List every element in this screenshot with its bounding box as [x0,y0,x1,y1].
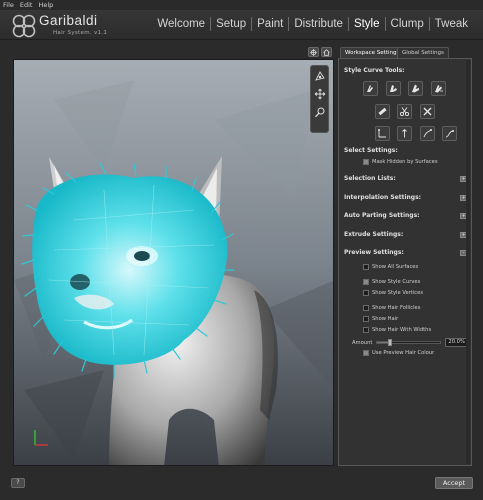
menu-file[interactable]: File [3,1,14,9]
use-preview-colour-label: Use Preview Hair Colour [372,350,435,356]
brand-name: Garibaldi [39,13,98,28]
tweak-tool-button[interactable] [420,104,435,119]
extend-arrow-icon [402,129,407,138]
tab-setup[interactable]: Setup [211,18,251,30]
zoom-magnifier-icon [315,107,325,118]
amount-label: Amount [352,339,373,346]
section-auto-parting: Auto Parting Settings: [344,212,420,219]
menu-edit[interactable]: Edit [20,1,33,9]
section-extrude: Extrude Settings: [344,231,404,238]
section-selection-lists: Selection Lists: [344,175,396,182]
section-preview: Preview Settings: [344,249,404,256]
smooth-hand-icon [435,85,443,93]
viewport-select-tool[interactable] [313,69,327,83]
app-header: Garibaldi Hair System. v1.1 Welcome Setu… [0,10,483,40]
crosshair-icon [310,48,317,56]
show-style-curves-row[interactable]: Show Style Curves [363,279,420,285]
ruler-icon [378,107,387,116]
tab-workspace-settings[interactable]: Workspace Settings [340,47,405,58]
show-style-curves-checkbox[interactable] [363,279,369,285]
show-all-surfaces-row[interactable]: Show All Surfaces [363,264,418,270]
show-hair-widths-checkbox[interactable] [363,327,369,333]
menu-bar: File Edit Help [0,0,483,10]
rotate-tool-button[interactable] [408,81,423,96]
scale-tool-button[interactable] [375,104,390,119]
scissors-icon [399,107,410,117]
show-hair-follicles-row[interactable]: Show Hair Follicles [363,305,420,311]
tab-paint[interactable]: Paint [252,18,288,30]
show-style-vertices-label: Show Style Vertices [372,290,424,296]
bend-curve-icon [423,129,432,138]
use-preview-colour-row[interactable]: Use Preview Hair Colour [363,350,434,356]
amount-slider[interactable] [376,339,442,346]
tools-cross-icon [423,107,432,116]
amount-row: Amount 20.0% [352,338,470,347]
show-hair-follicles-label: Show Hair Follicles [372,305,421,311]
settings-panel: Style Curve Tools: Select Settings: Mask… [338,58,472,466]
tab-style[interactable]: Style [349,18,385,30]
section-interpolation: Interpolation Settings: [344,194,422,201]
comb-hand-icon [367,85,373,92]
main-tabs: Welcome Setup Paint Distribute Style Clu… [152,17,473,31]
accept-button[interactable]: Accept [435,477,473,489]
straighten-tool-button[interactable] [375,126,390,141]
show-hair-widths-label: Show Hair With Widths [372,327,432,333]
show-hair-row[interactable]: Show Hair [363,316,398,322]
mask-hidden-checkbox[interactable] [363,159,369,165]
cut-tool-button[interactable] [397,104,412,119]
mask-hidden-checkbox-row[interactable]: Mask Hidden by Surfaces [363,159,438,165]
straighten-icon [378,129,386,138]
twist-tool-button[interactable] [442,126,457,141]
show-style-vertices-row[interactable]: Show Style Vertices [363,290,423,296]
section-select-settings: Select Settings: [344,147,398,154]
tab-distribute[interactable]: Distribute [289,18,348,30]
bend-tool-button[interactable] [420,126,435,141]
menu-help[interactable]: Help [38,1,53,9]
brand-subtitle: Hair System. v1.1 [53,30,108,36]
tab-global-settings[interactable]: Global Settings [397,47,449,58]
extend-tool-button[interactable] [397,126,412,141]
viewport-home-button[interactable] [321,47,332,57]
viewport-pan-tool[interactable] [313,87,327,101]
panel-scrollbar[interactable] [466,60,470,464]
length-tool-button[interactable] [386,81,401,96]
mask-hidden-label: Mask Hidden by Surfaces [372,159,438,165]
tab-welcome[interactable]: Welcome [152,18,210,30]
home-icon [323,48,330,56]
tab-clump[interactable]: Clump [386,18,429,30]
section-style-curve-tools: Style Curve Tools: [344,67,405,74]
show-hair-checkbox[interactable] [363,316,369,322]
show-all-surfaces-checkbox[interactable] [363,264,369,270]
show-hair-label: Show Hair [372,316,399,322]
amount-slider-handle[interactable] [387,339,392,346]
viewport-zoom-tool[interactable] [313,105,327,119]
cat-model-render [14,60,333,465]
length-hand-icon [390,85,397,92]
tab-tweak[interactable]: Tweak [430,18,473,30]
comb-tool-button[interactable] [363,81,378,96]
select-camera-icon [315,71,325,81]
use-preview-colour-checkbox[interactable] [363,350,369,356]
show-style-curves-label: Show Style Curves [372,279,421,285]
3d-viewport[interactable] [13,59,334,466]
help-button[interactable]: ? [11,478,25,488]
pan-arrows-icon [314,88,326,100]
show-hair-follicles-checkbox[interactable] [363,305,369,311]
viewport-toolbar [310,65,329,133]
show-hair-widths-row[interactable]: Show Hair With Widths [363,327,431,333]
show-style-vertices-checkbox[interactable] [363,290,369,296]
show-all-surfaces-label: Show All Surfaces [372,264,419,270]
garibaldi-logo-icon [12,14,36,38]
viewport-options-button[interactable] [308,47,319,57]
twist-curve-icon [445,130,454,138]
smooth-tool-button[interactable] [431,81,446,96]
rotate-hand-icon [412,84,419,93]
